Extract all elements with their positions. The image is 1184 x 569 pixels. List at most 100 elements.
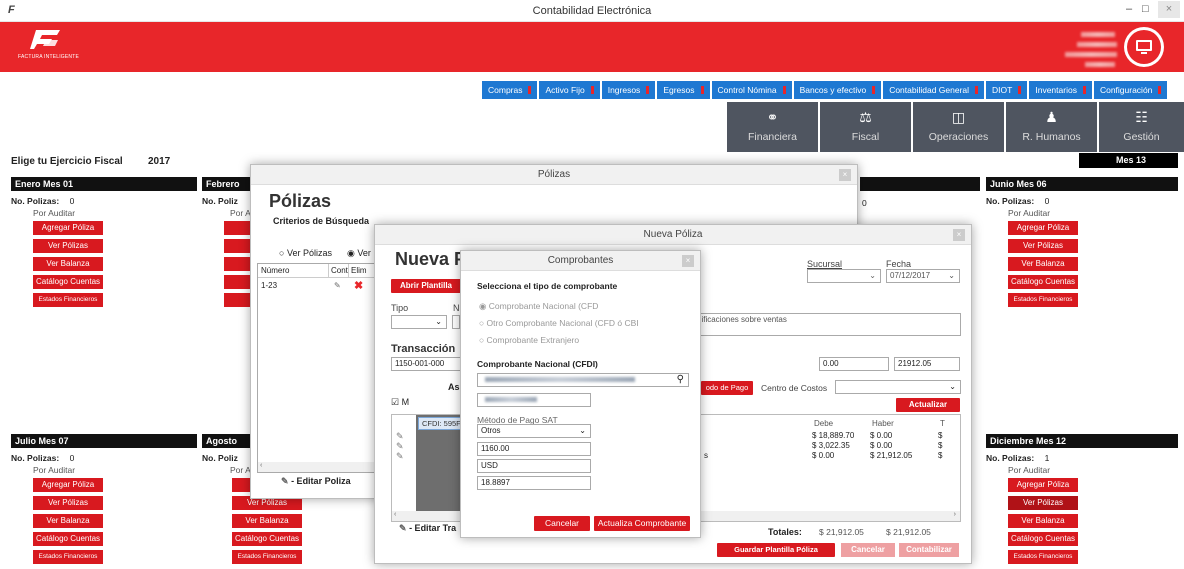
scroll-right-icon[interactable]: › [954, 511, 956, 518]
mes13-button[interactable]: Mes 13 [1079, 153, 1178, 168]
estados-financieros-button[interactable]: Estados Financieros [33, 293, 103, 307]
catalogo-cuentas-button[interactable]: Catálogo Cuentas [1008, 275, 1078, 289]
radio-label: Ver Pólizas [286, 248, 332, 258]
ver-balanza-button[interactable]: Ver Balanza [1008, 257, 1078, 271]
tab-ingresos[interactable]: Ingresos [601, 81, 656, 99]
ver-polizas-button[interactable]: Ver Pólizas [33, 239, 103, 253]
fiscal-year-value[interactable]: 2017 [148, 156, 170, 167]
close-icon[interactable]: × [953, 229, 965, 241]
catalogo-cuentas-button[interactable]: Catálogo Cuentas [1008, 532, 1078, 546]
editar-transaccion-link[interactable]: ✎ - Editar Tra [399, 523, 456, 534]
ver-balanza-button[interactable]: Ver Balanza [33, 514, 103, 528]
actualiza-comprobante-button[interactable]: Actualiza Comprobante [594, 516, 690, 531]
close-icon[interactable]: × [839, 169, 851, 181]
ver-balanza-button[interactable]: Ver Balanza [33, 257, 103, 271]
agregar-poliza-button[interactable]: Agregar Póliza [1008, 478, 1078, 492]
tab-label: Activo Fijo [545, 85, 585, 95]
close-icon[interactable]: × [682, 255, 694, 267]
ver-polizas-button[interactable]: Ver Pólizas [1008, 496, 1078, 510]
search-icon[interactable]: ⚲ [677, 374, 684, 386]
catalogo-cuentas-button[interactable]: Catálogo Cuentas [33, 275, 103, 289]
tab-compras[interactable]: Compras [482, 81, 538, 99]
category-financiera[interactable]: ⚭ Financiera [727, 102, 818, 152]
tab-inventarios[interactable]: Inventarios [1029, 81, 1092, 99]
tab-bancos[interactable]: Bancos y efectivo [793, 81, 882, 99]
sucursal-select[interactable]: ⌄ [807, 269, 881, 283]
agregar-poliza-button[interactable]: Agregar Póliza [33, 478, 103, 492]
edit-icon[interactable]: ✎ [396, 441, 404, 451]
horizontal-scrollbar[interactable]: ‹ [258, 462, 374, 472]
m-checkbox[interactable]: ☑ M [391, 397, 409, 408]
cancelar-comprobante-button[interactable]: Cancelar [534, 516, 590, 531]
moneda-input[interactable]: USD [477, 459, 591, 473]
table-row[interactable]: $ 18,889.70 $ 0.00 $ $ 3,022.35 $ 0.00 $ $ 0… [812, 431, 962, 461]
contabilizar-button[interactable]: Contabilizar [899, 543, 959, 557]
estados-financieros-button[interactable]: Estados Financieros [232, 550, 302, 564]
category-gestion[interactable]: ☷ Gestión [1099, 102, 1184, 152]
radio-ver-polizas[interactable]: ○ Ver Pólizas [279, 248, 332, 258]
delete-icon[interactable]: ✖ [354, 278, 372, 294]
concepto-input[interactable]: nificaciones sobre ventas [693, 313, 961, 336]
category-operaciones[interactable]: ◫ Operaciones [913, 102, 1004, 152]
tab-control-nomina[interactable]: Control Nómina [711, 81, 792, 99]
restore-button[interactable]: □ [1142, 3, 1149, 15]
month-title: Enero Mes 01 [11, 177, 197, 191]
metodo-pago-select[interactable]: Otros ⌄ [477, 424, 591, 438]
tab-activo-fijo[interactable]: Activo Fijo [539, 81, 600, 99]
radio-label: Otro Comprobante Nacional (CFD ó CBI [486, 318, 639, 328]
guardar-plantilla-button[interactable]: Guardar Plantilla Póliza [717, 543, 835, 557]
centro-costos-select[interactable]: ⌄ [835, 380, 961, 394]
edit-icon[interactable]: ✎ [334, 278, 354, 294]
uuid-search-input[interactable]: ⚲ [477, 373, 689, 387]
catalogo-cuentas-button[interactable]: Catálogo Cuentas [33, 532, 103, 546]
user-avatar[interactable] [1124, 27, 1164, 67]
fecha-input[interactable]: 07/12/2017 ⌄ [886, 269, 960, 283]
amount-input-1[interactable]: 0.00 [819, 357, 889, 371]
edit-icon[interactable]: ✎ [396, 451, 404, 461]
estados-financieros-button[interactable]: Estados Financieros [1008, 293, 1078, 307]
cancelar-button[interactable]: Cancelar [841, 543, 895, 557]
agregar-poliza-button[interactable]: Agregar Póliza [1008, 221, 1078, 235]
ver-polizas-button[interactable]: Ver Pólizas [33, 496, 103, 510]
rfc-input[interactable] [477, 393, 591, 407]
haber-value: $ 0.00 [870, 441, 893, 450]
t-value: $ [938, 451, 943, 460]
tab-configuracion[interactable]: Configuración [1093, 81, 1168, 99]
ver-balanza-button[interactable]: Ver Balanza [1008, 514, 1078, 528]
close-button[interactable]: × [1158, 1, 1180, 18]
category-fiscal[interactable]: ⚖ Fiscal [820, 102, 911, 152]
ver-polizas-button[interactable]: Ver Pólizas [1008, 239, 1078, 253]
edit-icon[interactable]: ✎ [396, 431, 404, 441]
n-input[interactable] [452, 315, 460, 329]
amount-input-2[interactable]: 21912.05 [894, 357, 960, 371]
abrir-plantilla-button[interactable]: Abrir Plantilla [391, 279, 461, 293]
tipo-cambio-input[interactable]: 18.8897 [477, 476, 591, 490]
tab-label: DIOT [992, 85, 1013, 95]
actualizar-button[interactable]: Actualizar [896, 398, 960, 412]
tab-egresos[interactable]: Egresos [657, 81, 710, 99]
tipo-select[interactable]: ⌄ [391, 315, 447, 329]
minimize-button[interactable]: – [1126, 3, 1132, 15]
ver-balanza-button[interactable]: Ver Balanza [232, 514, 302, 528]
radio-ver[interactable]: ◉ Ver [347, 248, 371, 259]
estados-financieros-button[interactable]: Estados Financieros [1008, 550, 1078, 564]
tab-diot[interactable]: DIOT [986, 81, 1028, 99]
dialog-title: Pólizas [537, 169, 571, 180]
tab-contabilidad-general[interactable]: Contabilidad General [883, 81, 985, 99]
metodo-pago-button[interactable]: odo de Pago [701, 381, 753, 395]
radio-extranjero[interactable]: ○ Comprobante Extranjero [479, 335, 579, 345]
edit-poliza-link[interactable]: ✎ - Editar Poliza [281, 476, 351, 487]
transaccion-input[interactable]: 1150-001-000 [391, 357, 471, 371]
tab-label: Control Nómina [717, 85, 777, 95]
row-number: 1-23 [261, 281, 278, 290]
scroll-left-icon[interactable]: ‹ [394, 511, 396, 518]
table-row[interactable]: 1-23 ✎ ✖ [258, 278, 374, 294]
estados-financieros-button[interactable]: Estados Financieros [33, 550, 103, 564]
radio-otro-nacional[interactable]: ○ Otro Comprobante Nacional (CFD ó CBI [479, 318, 639, 328]
monto-input[interactable]: 1160.00 [477, 442, 591, 456]
category-r-humanos[interactable]: ♟ R. Humanos [1006, 102, 1097, 152]
radio-nacional[interactable]: ◉ Comprobante Nacional (CFD [479, 301, 598, 312]
pin-icon [646, 86, 650, 94]
agregar-poliza-button[interactable]: Agregar Póliza [33, 221, 103, 235]
catalogo-cuentas-button[interactable]: Catálogo Cuentas [232, 532, 302, 546]
